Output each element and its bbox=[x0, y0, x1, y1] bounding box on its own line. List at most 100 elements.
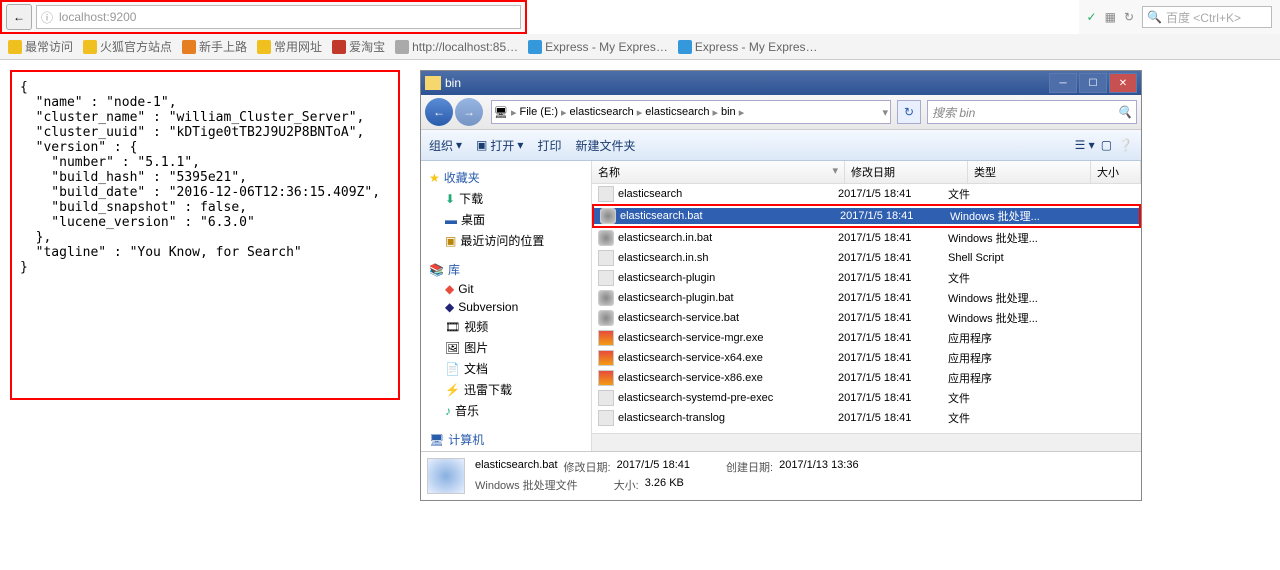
sidebar-svn[interactable]: ◆Subversion bbox=[421, 298, 591, 316]
breadcrumb-segment[interactable]: bin bbox=[721, 106, 736, 118]
bookmark-label: Express - My Expres… bbox=[695, 40, 818, 54]
sidebar-thunder[interactable]: ⚡迅雷下载 bbox=[421, 379, 591, 400]
file-rows: elasticsearch2017/1/5 18:41文件elasticsear… bbox=[592, 184, 1141, 433]
bookmark-label: Express - My Expres… bbox=[545, 40, 668, 54]
file-date: 2017/1/5 18:41 bbox=[838, 332, 948, 344]
file-row[interactable]: elasticsearch.in.bat2017/1/5 18:41Window… bbox=[592, 228, 1141, 248]
reload-icon[interactable]: ↻ bbox=[1124, 10, 1134, 24]
file-type: 文件 bbox=[948, 270, 1058, 286]
file-date: 2017/1/5 18:41 bbox=[838, 252, 948, 264]
maximize-button[interactable]: ☐ bbox=[1079, 73, 1107, 93]
explorer-search-input[interactable]: 搜索 bin 🔍 bbox=[927, 100, 1137, 124]
file-type: Windows 批处理... bbox=[950, 208, 1060, 224]
bookmark-item[interactable]: 火狐官方站点 bbox=[83, 38, 172, 55]
file-row[interactable]: elasticsearch-service-x64.exe2017/1/5 18… bbox=[592, 348, 1141, 368]
header-name[interactable]: 名称 ▾ bbox=[592, 161, 845, 183]
breadcrumb-dropdown-icon[interactable]: ▾ bbox=[882, 106, 888, 119]
bookmark-item[interactable]: 新手上路 bbox=[182, 38, 247, 55]
sidebar-downloads[interactable]: ⬇下载 bbox=[421, 188, 591, 209]
header-date[interactable]: 修改日期 bbox=[845, 161, 968, 183]
file-name: elasticsearch-service-x86.exe bbox=[618, 372, 763, 384]
bookmark-icon bbox=[528, 40, 542, 54]
preview-icon[interactable]: ▢ bbox=[1101, 138, 1112, 152]
file-row[interactable]: elasticsearch-service-mgr.exe 2017/1/5 18… bbox=[592, 328, 1141, 348]
file-row[interactable]: elasticsearch.bat2017/1/5 18:41Windows 批… bbox=[592, 204, 1141, 228]
header-size[interactable]: 大小 bbox=[1091, 161, 1141, 183]
file-type: 应用程序 bbox=[948, 330, 1058, 346]
url-input[interactable]: ⓘ localhost:9200 bbox=[36, 5, 521, 29]
breadcrumb-segment[interactable]: elasticsearch bbox=[570, 106, 634, 118]
file-icon bbox=[598, 410, 614, 426]
sidebar-documents[interactable]: 📄文档 bbox=[421, 358, 591, 379]
nav-forward-button[interactable]: → bbox=[455, 98, 483, 126]
shield-icon[interactable]: ✓ bbox=[1087, 10, 1097, 24]
sidebar-favorites[interactable]: ★收藏夹 bbox=[421, 167, 591, 188]
breadcrumb-segment[interactable]: elasticsearch bbox=[645, 106, 709, 118]
sidebar-git[interactable]: ◆Git bbox=[421, 280, 591, 298]
url-bar-right: ✓ ▦ ↻ 🔍 百度 <Ctrl+K> bbox=[1079, 0, 1280, 34]
sidebar: ★收藏夹 ⬇下载 ▬桌面 ▣最近访问的位置 📚库 ◆Git ◆Subversio… bbox=[421, 161, 592, 451]
horizontal-scrollbar[interactable] bbox=[592, 433, 1141, 451]
file-row[interactable]: elasticsearch-service.bat2017/1/5 18:41W… bbox=[592, 308, 1141, 328]
close-button[interactable]: ✕ bbox=[1109, 73, 1137, 93]
status-mod-date: 2017/1/5 18:41 bbox=[617, 459, 690, 475]
bookmark-item[interactable]: 爱淘宝 bbox=[332, 38, 385, 55]
help-icon[interactable]: ❔ bbox=[1118, 138, 1133, 152]
nav-back-button[interactable]: ← bbox=[425, 98, 453, 126]
breadcrumb-segment[interactable]: File (E:) bbox=[520, 106, 559, 118]
back-button[interactable]: ← bbox=[6, 4, 32, 30]
file-row[interactable]: elasticsearch-systemd-pre-exec2017/1/5 1… bbox=[592, 388, 1141, 408]
file-icon bbox=[598, 250, 614, 266]
sidebar-desktop[interactable]: ▬桌面 bbox=[421, 209, 591, 230]
file-date: 2017/1/5 18:41 bbox=[838, 292, 948, 304]
bookmark-item[interactable]: 常用网址 bbox=[257, 38, 322, 55]
bookmark-icon bbox=[257, 40, 271, 54]
file-type: 文件 bbox=[948, 186, 1058, 202]
open-button[interactable]: ▣ 打开 ▾ bbox=[476, 137, 523, 154]
header-type[interactable]: 类型 bbox=[968, 161, 1091, 183]
refresh-button[interactable]: ↻ bbox=[897, 100, 921, 124]
file-row[interactable]: elasticsearch-plugin2017/1/5 18:41文件 bbox=[592, 268, 1141, 288]
print-button[interactable]: 打印 bbox=[537, 137, 561, 154]
sidebar-libraries[interactable]: 📚库 bbox=[421, 259, 591, 280]
file-row[interactable]: elasticsearch-plugin.bat2017/1/5 18:41Wi… bbox=[592, 288, 1141, 308]
file-date: 2017/1/5 18:41 bbox=[838, 372, 948, 384]
file-row[interactable]: elasticsearch.in.sh2017/1/5 18:41Shell S… bbox=[592, 248, 1141, 268]
chevron-right-icon: ▸ bbox=[739, 106, 745, 119]
file-row[interactable]: elasticsearch-service-x86.exe 2017/1/5 18… bbox=[592, 368, 1141, 388]
file-row[interactable]: elasticsearch-translog2017/1/5 18:41文件 bbox=[592, 408, 1141, 428]
sidebar-recent[interactable]: ▣最近访问的位置 bbox=[421, 230, 591, 251]
sidebar-music[interactable]: ♪音乐 bbox=[421, 400, 591, 421]
bookmark-item[interactable]: Express - My Expres… bbox=[528, 40, 668, 54]
file-name: elasticsearch-service-mgr.exe bbox=[618, 332, 764, 344]
file-icon bbox=[598, 186, 614, 202]
file-date: 2017/1/5 18:41 bbox=[838, 188, 948, 200]
explorer-window: bin ─ ☐ ✕ ← → 🖥▸File (E:)▸elasticsearch▸… bbox=[420, 70, 1142, 501]
breadcrumb-bar[interactable]: 🖥▸File (E:)▸elasticsearch▸elasticsearch▸… bbox=[491, 100, 891, 124]
sidebar-video[interactable]: 🎞视频 bbox=[421, 316, 591, 337]
file-date: 2017/1/5 18:41 bbox=[838, 352, 948, 364]
file-icon bbox=[598, 290, 614, 306]
browser-search-input[interactable]: 🔍 百度 <Ctrl+K> bbox=[1142, 6, 1272, 28]
file-type: 应用程序 bbox=[948, 370, 1058, 386]
bookmark-item[interactable]: 最常访问 bbox=[8, 38, 73, 55]
file-type: 文件 bbox=[948, 390, 1058, 406]
bookmark-label: 火狐官方站点 bbox=[100, 38, 172, 55]
new-folder-button[interactable]: 新建文件夹 bbox=[575, 137, 635, 154]
view-icon[interactable]: ☰ ▾ bbox=[1075, 138, 1095, 152]
sidebar-pictures[interactable]: 🖼图片 bbox=[421, 337, 591, 358]
file-type: Shell Script bbox=[948, 252, 1058, 264]
title-bar[interactable]: bin ─ ☐ ✕ bbox=[421, 71, 1141, 95]
file-name: elasticsearch-translog bbox=[618, 412, 725, 424]
bookmark-icon bbox=[678, 40, 692, 54]
bookmark-item[interactable]: http://localhost:85… bbox=[395, 40, 518, 54]
organize-button[interactable]: 组织 ▾ bbox=[429, 137, 462, 154]
file-row[interactable]: elasticsearch 2017/1/5 18:41文件 bbox=[592, 184, 1141, 204]
file-name: elasticsearch bbox=[618, 188, 682, 200]
sidebar-computer[interactable]: 🖥计算机 bbox=[421, 429, 591, 450]
bookmark-item[interactable]: Express - My Expres… bbox=[678, 40, 818, 54]
file-icon bbox=[598, 310, 614, 326]
status-filename: elasticsearch.bat bbox=[475, 459, 558, 475]
minimize-button[interactable]: ─ bbox=[1049, 73, 1077, 93]
grid-icon[interactable]: ▦ bbox=[1105, 10, 1116, 24]
